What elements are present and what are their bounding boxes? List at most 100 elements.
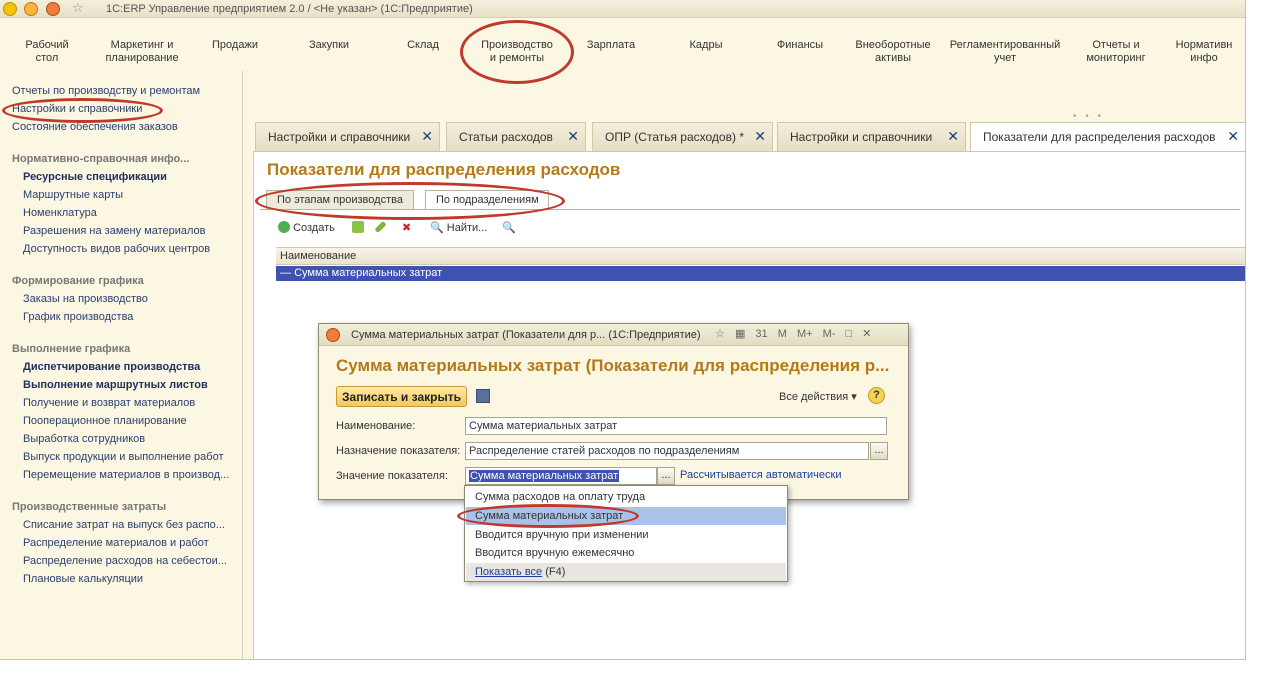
delete-icon: ✖	[402, 222, 412, 234]
nav-item[interactable]: Получение и возврат материалов	[23, 397, 195, 409]
nav-group-reference: Нормативно-справочная инфо...	[12, 153, 190, 165]
nav-item[interactable]: Выработка сотрудников	[23, 433, 145, 445]
auto-calculated-link[interactable]: Рассчитывается автоматически	[680, 469, 841, 481]
purpose-field[interactable]: Распределение статей расходов по подразд…	[465, 442, 869, 460]
nav-item[interactable]: Выпуск продукции и выполнение работ	[23, 451, 224, 463]
section-desktop[interactable]: Рабочий стол	[25, 39, 68, 65]
nav-item[interactable]: Доступность видов рабочих центров	[23, 243, 210, 255]
purpose-label: Назначение показателя:	[336, 445, 461, 457]
subtab-divider	[260, 209, 1240, 210]
name-label: Наименование:	[336, 420, 416, 432]
main-menu-icon[interactable]	[24, 2, 38, 16]
tab-label: Статьи расходов	[459, 130, 553, 144]
section-sales[interactable]: Продажи	[212, 39, 258, 52]
close-icon[interactable]: ✕	[421, 128, 433, 145]
nav-item[interactable]: Ресурсные спецификации	[23, 171, 167, 183]
list-toolbar: Создать ✖ 🔍 Найти... 🔍	[278, 220, 1238, 239]
dropdown-option[interactable]: Сумма расходов на оплату труда	[466, 488, 786, 506]
close-icon[interactable]: ✕	[567, 128, 579, 145]
resize-handle[interactable]: • • •	[1073, 111, 1104, 122]
purpose-select-button[interactable]: ...	[870, 442, 888, 460]
nav-item[interactable]: Выполнение маршрутных листов	[23, 379, 208, 391]
app-logo-icon[interactable]	[3, 2, 17, 16]
memory-minus-icon[interactable]: M-	[823, 328, 836, 340]
tab-settings-2[interactable]: Настройки и справочники ✕	[777, 122, 966, 151]
section-purchases[interactable]: Закупки	[309, 39, 349, 52]
dialog-title-bar[interactable]: Сумма материальных затрат (Показатели дл…	[319, 324, 908, 346]
nav-group-execution: Выполнение графика	[12, 343, 131, 355]
dropdown-option-selected[interactable]: Сумма материальных затрат	[466, 507, 786, 525]
tab-settings-1[interactable]: Настройки и справочники ✕	[255, 122, 440, 151]
delete-button[interactable]: ✖	[402, 221, 411, 234]
section-marketing[interactable]: Маркетинг и планирование	[105, 39, 178, 65]
nav-item[interactable]: Распределение материалов и работ	[23, 537, 209, 549]
nav-item[interactable]: Распределение расходов на себестои...	[23, 555, 227, 567]
dropdown-option[interactable]: Вводится вручную ежемесячно	[466, 544, 786, 562]
search-cancel-icon: 🔍	[502, 222, 516, 234]
value-select-button[interactable]: ...	[657, 467, 675, 485]
section-regulated[interactable]: Регламентированный учет	[950, 39, 1061, 65]
section-reference[interactable]: Нормативн инфо	[1176, 39, 1233, 65]
show-all-link[interactable]: Показать все	[475, 566, 542, 578]
value-selected-text: Сумма материальных затрат	[469, 470, 620, 482]
column-header-name[interactable]: Наименование	[276, 248, 1245, 265]
collapse-icon[interactable]: —	[280, 267, 291, 279]
nav-settings[interactable]: Настройки и справочники	[12, 103, 142, 115]
section-personnel[interactable]: Кадры	[690, 39, 723, 52]
favorite-icon[interactable]: ☆	[715, 327, 725, 340]
table-row[interactable]: — Сумма материальных затрат	[276, 266, 1245, 281]
section-production[interactable]: Производство и ремонты	[481, 39, 553, 65]
dialog-window-title: Сумма материальных затрат (Показатели дл…	[351, 329, 701, 341]
nav-item[interactable]: Диспетчирование производства	[23, 361, 200, 373]
section-reports[interactable]: Отчеты и мониторинг	[1086, 39, 1145, 65]
nav-item[interactable]: Списание затрат на выпуск без распо...	[23, 519, 225, 531]
tab-distribution-indicators[interactable]: Показатели для распределения расходов ✕	[970, 122, 1245, 151]
close-icon[interactable]: ✕	[754, 128, 766, 145]
save-icon[interactable]	[476, 389, 490, 403]
find-button[interactable]: 🔍 Найти...	[430, 221, 487, 234]
nav-item[interactable]: Перемещение материалов в производ...	[23, 469, 229, 481]
nav-item[interactable]: Маршрутные карты	[23, 189, 123, 201]
subtab-by-departments[interactable]: По подразделениям	[425, 190, 549, 210]
close-icon[interactable]: ✕	[947, 128, 959, 145]
create-button[interactable]: Создать	[278, 221, 335, 234]
copy-button[interactable]	[352, 221, 364, 234]
nav-item[interactable]: Пооперационное планирование	[23, 415, 187, 427]
nav-item[interactable]: Разрешения на замену материалов	[23, 225, 206, 237]
calculator-icon[interactable]: ▦	[735, 327, 745, 340]
section-warehouse[interactable]: Склад	[407, 39, 439, 52]
calendar-icon[interactable]: 31	[755, 328, 767, 340]
nav-item[interactable]: График производства	[23, 311, 133, 323]
nav-item[interactable]: Заказы на производство	[23, 293, 148, 305]
help-icon[interactable]: ?	[868, 387, 885, 404]
nav-order-supply[interactable]: Состояние обеспечения заказов	[12, 121, 178, 133]
tab-label: Настройки и справочники	[268, 130, 411, 144]
tab-opr[interactable]: ОПР (Статья расходов) * ✕	[592, 122, 773, 151]
pencil-icon	[374, 220, 387, 234]
tab-expense-items[interactable]: Статьи расходов ✕	[446, 122, 586, 151]
favorites-star-icon[interactable]: ☆	[72, 0, 84, 16]
item-dialog: Сумма материальных затрат (Показатели дл…	[318, 323, 909, 500]
nav-item[interactable]: Номенклатура	[23, 207, 97, 219]
maximize-icon[interactable]: □	[846, 328, 853, 340]
save-and-close-button[interactable]: Записать и закрыть	[336, 386, 467, 407]
dropdown-option[interactable]: Вводится вручную при изменении	[466, 526, 786, 544]
value-field[interactable]: Сумма материальных затрат	[465, 467, 657, 485]
close-icon[interactable]: ✕	[862, 327, 871, 340]
title-bar: ☆ 1С:ERP Управление предприятием 2.0 / <…	[0, 0, 1245, 18]
all-actions-menu[interactable]: Все действия ▾	[779, 390, 857, 403]
section-finance[interactable]: Финансы	[777, 39, 823, 52]
close-icon[interactable]: ✕	[1227, 128, 1239, 145]
section-salary[interactable]: Зарплата	[587, 39, 635, 52]
sections-bar: Рабочий стол Маркетинг и планирование Пр…	[0, 19, 1245, 71]
cancel-search-button[interactable]: 🔍	[502, 221, 516, 234]
nav-production-reports[interactable]: Отчеты по производству и ремонтам	[12, 85, 200, 97]
section-assets[interactable]: Внеоборотные активы	[855, 39, 930, 65]
memory-plus-icon[interactable]: M+	[797, 328, 813, 340]
home-icon[interactable]	[46, 2, 60, 16]
memory-icon[interactable]: M	[778, 328, 787, 340]
edit-button[interactable]	[374, 220, 387, 234]
subtab-by-stages[interactable]: По этапам производства	[266, 190, 414, 210]
nav-item[interactable]: Плановые калькуляции	[23, 573, 143, 585]
name-field[interactable]: Сумма материальных затрат	[465, 417, 887, 435]
